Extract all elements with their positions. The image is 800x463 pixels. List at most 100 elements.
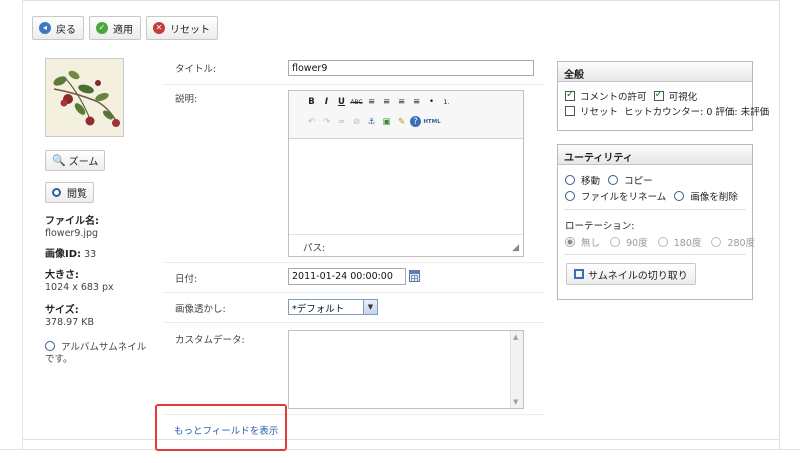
general-panel-title: 全般	[558, 62, 752, 82]
html-icon[interactable]: HTML	[423, 115, 441, 129]
cancel-icon: ✕	[153, 22, 165, 34]
crop-thumbnail-button[interactable]: サムネイルの切り取り	[566, 263, 696, 285]
magnifier-icon: 🔍	[52, 154, 66, 167]
undo-icon[interactable]: ↶	[305, 115, 318, 129]
copy-label: コピー	[624, 176, 653, 187]
row-divider	[163, 262, 545, 263]
zoom-button[interactable]: 🔍 ズーム	[45, 150, 106, 171]
link-icon[interactable]: ∞	[335, 115, 348, 129]
hit-counter-label: ヒットカウンター:	[624, 107, 704, 118]
more-fields-link[interactable]: もっとフィールドを表示	[174, 423, 278, 437]
image-icon[interactable]: ▣	[380, 115, 393, 129]
cleanup-icon[interactable]: ✎	[395, 115, 408, 129]
copy-radio[interactable]	[608, 175, 619, 185]
hit-counter-value: 0	[706, 107, 713, 118]
underline-icon[interactable]: U	[335, 95, 348, 109]
filename-label: ファイル名:	[45, 216, 99, 227]
view-radio-icon	[52, 188, 61, 197]
rotation-none-radio[interactable]	[565, 237, 575, 247]
date-label: 日付:	[175, 274, 198, 285]
dimensions-info: 大きさ: 1024 x 683 px	[45, 270, 114, 294]
align-right-icon[interactable]: ≡	[395, 95, 408, 109]
allow-comments-checkbox[interactable]	[565, 89, 575, 101]
rename-radio[interactable]	[565, 191, 575, 201]
align-left-icon[interactable]: ≡	[365, 95, 378, 109]
italic-icon[interactable]: I	[320, 95, 333, 109]
reset-button-label: リセット	[170, 24, 210, 36]
description-editor[interactable]: B I U ABC ≡ ≡ ≡ ≡ • 1. ↶ ↷ ∞ ⊘ ⚓ ▣ ✎ ? H…	[288, 90, 524, 257]
bold-icon[interactable]: B	[305, 95, 318, 109]
rotation-label: ローテーション:	[565, 221, 635, 232]
row-divider	[163, 292, 545, 293]
redo-icon[interactable]: ↷	[320, 115, 333, 129]
visible-checkbox[interactable]	[653, 89, 664, 101]
custom-data-textarea[interactable]: ▲ ▼	[288, 330, 524, 409]
scroll-down-icon[interactable]: ▼	[513, 398, 518, 406]
image-id-info: 画像ID: 33	[45, 249, 96, 261]
reset-counter-label: リセット	[580, 107, 619, 118]
view-button[interactable]: 閲覧	[45, 182, 94, 203]
resize-grip-icon[interactable]: ◢	[512, 243, 519, 253]
rating-value: 未評価	[740, 107, 770, 118]
frame-left-border	[22, 0, 23, 450]
rotation-280-label: 280度	[727, 238, 756, 249]
editor-toolbar: B I U ABC ≡ ≡ ≡ ≡ • 1. ↶ ↷ ∞ ⊘ ⚓ ▣ ✎ ? H…	[289, 91, 523, 139]
flower-thumbnail-image	[46, 59, 123, 136]
row-divider	[163, 84, 545, 85]
filesize-value: 378.97 KB	[45, 317, 95, 328]
image-thumbnail[interactable]	[45, 58, 124, 137]
title-input[interactable]	[288, 60, 534, 76]
zoom-button-label: ズーム	[68, 157, 99, 168]
title-label: タイトル:	[175, 64, 217, 75]
page-footer-divider	[0, 449, 800, 450]
strikethrough-icon[interactable]: ABC	[350, 95, 363, 109]
calendar-icon[interactable]	[409, 270, 420, 282]
allow-comments-row: コメントの許可 可視化	[565, 89, 697, 103]
filename-value: flower9.jpg	[45, 228, 99, 239]
action-toolbar: ◂ 戻る ✓ 適用 ✕ リセット	[32, 16, 218, 40]
chevron-down-icon: ▼	[363, 300, 377, 314]
crop-thumbnail-label: サムネイルの切り取り	[588, 270, 688, 282]
dimensions-label: 大きさ:	[45, 270, 79, 281]
rotation-180-radio[interactable]	[657, 237, 668, 247]
album-thumbnail-radio[interactable]	[45, 341, 55, 351]
utility-separator	[564, 254, 746, 255]
dimensions-value: 1024 x 683 px	[45, 282, 114, 293]
reset-hit-counter-checkbox[interactable]	[565, 106, 575, 116]
align-center-icon[interactable]: ≡	[380, 95, 393, 109]
watermark-select-value: *デフォルト	[292, 304, 345, 315]
anchor-icon[interactable]: ⚓	[365, 115, 378, 129]
album-thumbnail-line1: アルバムサムネイル	[61, 342, 147, 353]
delete-radio[interactable]	[674, 191, 685, 201]
unlink-icon[interactable]: ⊘	[350, 115, 363, 129]
filesize-info: サイズ: 378.97 KB	[45, 305, 94, 329]
date-input[interactable]	[288, 268, 406, 285]
watermark-select[interactable]: *デフォルト ▼	[288, 299, 378, 315]
help-icon[interactable]: ?	[410, 116, 421, 127]
rotation-options-row: 無し 90度 180度 280度	[565, 235, 755, 249]
utility-separator	[564, 209, 746, 210]
rotation-90-radio[interactable]	[610, 237, 621, 247]
utility-panel: ユーティリティ 移動 コピー ファイルをリネーム 画像を削除 ローテーション: …	[557, 144, 755, 300]
apply-button[interactable]: ✓ 適用	[89, 16, 141, 40]
back-button[interactable]: ◂ 戻る	[32, 16, 84, 40]
move-radio[interactable]	[565, 175, 575, 185]
image-id-label: 画像ID:	[45, 249, 82, 260]
numbered-list-icon[interactable]: 1.	[440, 95, 453, 109]
back-icon: ◂	[39, 22, 51, 34]
description-label: 説明:	[175, 94, 198, 105]
rename-label: ファイルをリネーム	[581, 192, 667, 203]
album-thumbnail-info: アルバムサムネイル です。	[45, 341, 146, 366]
scroll-up-icon[interactable]: ▲	[513, 333, 518, 341]
rename-delete-row: ファイルをリネーム 画像を削除	[565, 189, 738, 203]
reset-button[interactable]: ✕ リセット	[146, 16, 218, 40]
align-justify-icon[interactable]: ≡	[410, 95, 423, 109]
general-panel: 全般 コメントの許可 可視化 リセット ヒットカウンター: 0 評価: 未評価	[557, 61, 769, 131]
image-id-value: 33	[84, 249, 97, 260]
rotation-280-radio[interactable]	[711, 237, 722, 247]
check-icon: ✓	[96, 22, 108, 34]
rating-label: 評価:	[715, 107, 738, 118]
watermark-label: 画像透かし:	[175, 304, 226, 315]
bullet-list-icon[interactable]: •	[425, 95, 438, 109]
textarea-scrollbar[interactable]: ▲ ▼	[510, 331, 523, 408]
